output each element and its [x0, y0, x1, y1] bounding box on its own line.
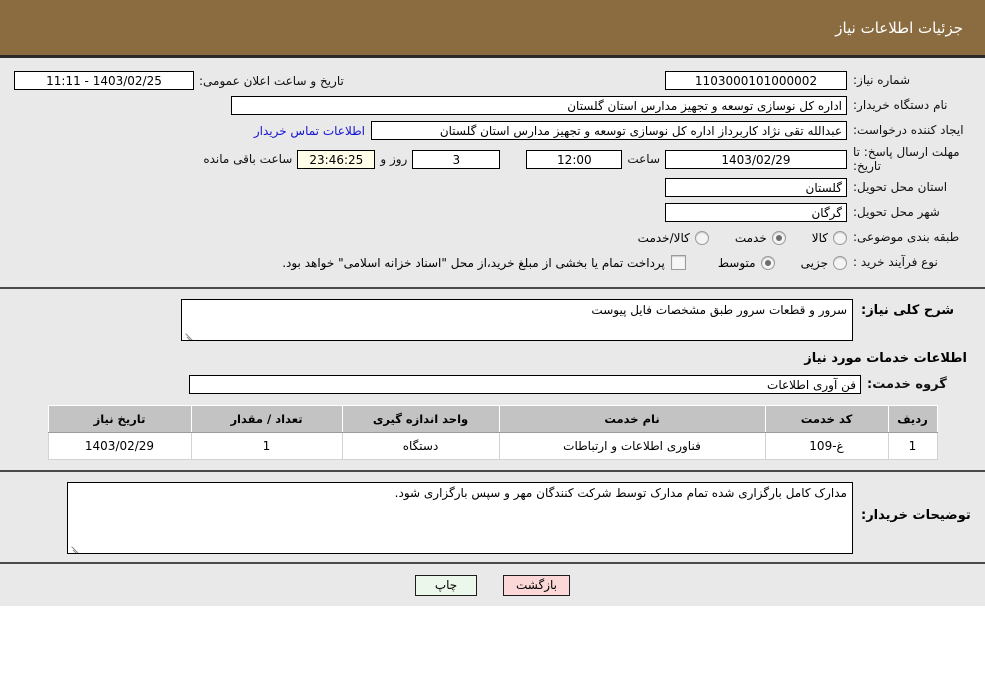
creator-label: ایجاد کننده درخواست:: [853, 123, 964, 137]
process-option-motavaset[interactable]: متوسط: [717, 255, 775, 270]
category-row: طبقه بندی موضوعی: کالا خدمت کالا/خدمت: [14, 227, 971, 248]
th-quantity: تعداد / مقدار: [190, 405, 343, 433]
services-table: ردیف کد خدمت نام خدمت واحد اندازه گیری ت…: [47, 405, 938, 460]
cell-need-date: 1403/02/29: [47, 432, 192, 460]
remaining-hours-text: ساعت باقی مانده: [203, 152, 293, 166]
city-label: شهر محل تحویل:: [853, 205, 940, 219]
process-option-jozii[interactable]: جزیی: [800, 255, 847, 270]
back-button[interactable]: بازگشت: [503, 574, 570, 596]
process-radio-group: جزیی متوسط: [692, 255, 847, 270]
countdown-field: 23:46:25: [297, 149, 376, 169]
category-option-label: کالا: [811, 230, 828, 245]
need-number-row: شماره نیاز: 1103000101000002 تاریخ و ساع…: [14, 70, 971, 91]
buyer-contact-link[interactable]: اطلاعات تماس خریدار: [248, 124, 371, 138]
cell-service-name: فناوری اطلاعات و ارتباطات: [498, 432, 766, 460]
print-button[interactable]: چاپ: [415, 574, 477, 596]
province-label: استان محل تحویل:: [853, 180, 948, 194]
checkbox-icon[interactable]: [670, 255, 686, 270]
remaining-days-text: روز و: [380, 152, 408, 166]
table-row[interactable]: 1 غ-109 فناوری اطلاعات و ارتباطات دستگاه…: [47, 432, 938, 460]
service-group-label: گروه خدمت:: [867, 377, 947, 392]
service-group-row: گروه خدمت: فن آوری اطلاعات: [14, 374, 971, 395]
province-field[interactable]: گلستان: [665, 178, 847, 197]
category-option-label: خدمت: [734, 230, 767, 245]
radio-icon-selected[interactable]: [760, 255, 775, 270]
deadline-row: مهلت ارسال پاسخ: تا تاریخ: 1403/02/29 سا…: [14, 145, 971, 173]
need-info-panel: شماره نیاز: 1103000101000002 تاریخ و ساع…: [0, 58, 985, 289]
buyer-notes-label: توضیحات خریدار:: [861, 508, 971, 523]
need-number-label: شماره نیاز:: [853, 73, 910, 87]
city-row: شهر محل تحویل: گرگان: [14, 202, 971, 223]
deadline-hour-label: ساعت: [627, 152, 660, 166]
buyer-org-row: نام دستگاه خریدار: اداره کل نوسازی توسعه…: [14, 95, 971, 116]
radio-icon-selected[interactable]: [771, 230, 786, 245]
description-row: شرح کلی نیاز: سرور و قطعات سرور طبق مشخص…: [14, 299, 971, 341]
th-unit: واحد اندازه گیری: [341, 405, 500, 433]
need-details-panel: شرح کلی نیاز: سرور و قطعات سرور طبق مشخص…: [0, 289, 985, 472]
buyer-notes-row: توضیحات خریدار: مدارک کامل بارگزاری شده …: [14, 482, 971, 554]
radio-icon[interactable]: [833, 230, 847, 245]
buyer-org-label: نام دستگاه خریدار:: [853, 98, 948, 112]
radio-icon[interactable]: [833, 255, 847, 270]
page-title: جزئیات اطلاعات نیاز: [835, 18, 963, 37]
table-header-row: ردیف کد خدمت نام خدمت واحد اندازه گیری ت…: [47, 405, 938, 433]
th-need-date: تاریخ نیاز: [47, 405, 192, 433]
cell-quantity: 1: [190, 432, 343, 460]
buyer-org-field[interactable]: اداره کل نوسازی توسعه و تجهیز مدارس استا…: [231, 96, 847, 115]
category-label: طبقه بندی موضوعی:: [853, 230, 960, 244]
process-option-label: متوسط: [717, 255, 756, 270]
process-label: نوع فرآیند خرید :: [853, 255, 938, 269]
buyer-notes-panel: توضیحات خریدار: مدارک کامل بارگزاری شده …: [0, 472, 985, 562]
city-field[interactable]: گرگان: [665, 203, 847, 222]
deadline-label: مهلت ارسال پاسخ: تا تاریخ:: [853, 145, 960, 173]
page-header: جزئیات اطلاعات نیاز: [0, 0, 985, 58]
resize-grip-icon[interactable]: [184, 329, 194, 340]
services-section-title: اطلاعات خدمات مورد نیاز: [804, 351, 967, 366]
creator-row: ایجاد کننده درخواست: عبدالله تقی نژاد کا…: [14, 120, 971, 141]
category-option-khedmat[interactable]: خدمت: [734, 230, 786, 245]
category-option-label: کالا/خدمت: [637, 230, 690, 245]
process-row: نوع فرآیند خرید : جزیی متوسط پرداخت تمام…: [14, 252, 971, 273]
announce-datetime-field[interactable]: 1403/02/25 - 11:11: [14, 71, 194, 90]
service-group-field[interactable]: فن آوری اطلاعات: [189, 375, 861, 394]
description-textarea[interactable]: سرور و قطعات سرور طبق مشخصات فایل پیوست: [181, 299, 853, 341]
deadline-hour-field[interactable]: 12:00: [526, 149, 623, 169]
province-row: استان محل تحویل: گلستان: [14, 177, 971, 198]
th-row-no: ردیف: [887, 405, 938, 433]
category-option-kala[interactable]: کالا: [811, 230, 847, 245]
category-option-kala-khedmat[interactable]: کالا/خدمت: [637, 230, 709, 245]
remaining-days-field: 3: [412, 149, 501, 169]
description-label: شرح کلی نیاز:: [861, 303, 955, 318]
announce-label: تاریخ و ساعت اعلان عمومی:: [199, 73, 344, 88]
category-radio-group: کالا خدمت کالا/خدمت: [612, 230, 847, 245]
footer-button-bar: بازگشت چاپ: [0, 562, 985, 606]
deadline-date-field[interactable]: 1403/02/29: [665, 149, 847, 169]
services-table-wrap: ردیف کد خدمت نام خدمت واحد اندازه گیری ت…: [14, 405, 971, 460]
treasury-checkbox-wrap[interactable]: پرداخت تمام یا بخشی از مبلغ خرید،از محل …: [282, 255, 686, 270]
treasury-checkbox-label: پرداخت تمام یا بخشی از مبلغ خرید،از محل …: [282, 255, 665, 270]
th-service-code: کد خدمت: [764, 405, 889, 433]
cell-row-no: 1: [887, 432, 938, 460]
resize-grip-icon[interactable]: [70, 542, 80, 553]
cell-unit: دستگاه: [341, 432, 500, 460]
process-option-label: جزیی: [800, 255, 828, 270]
need-number-field[interactable]: 1103000101000002: [665, 71, 847, 90]
buyer-notes-textarea[interactable]: مدارک کامل بارگزاری شده تمام مدارک توسط …: [67, 482, 853, 554]
cell-service-code: غ-109: [764, 432, 889, 460]
creator-field[interactable]: عبدالله تقی نژاد کاربرداز اداره کل نوساز…: [371, 121, 847, 140]
radio-icon[interactable]: [694, 230, 709, 245]
th-service-name: نام خدمت: [498, 405, 766, 433]
